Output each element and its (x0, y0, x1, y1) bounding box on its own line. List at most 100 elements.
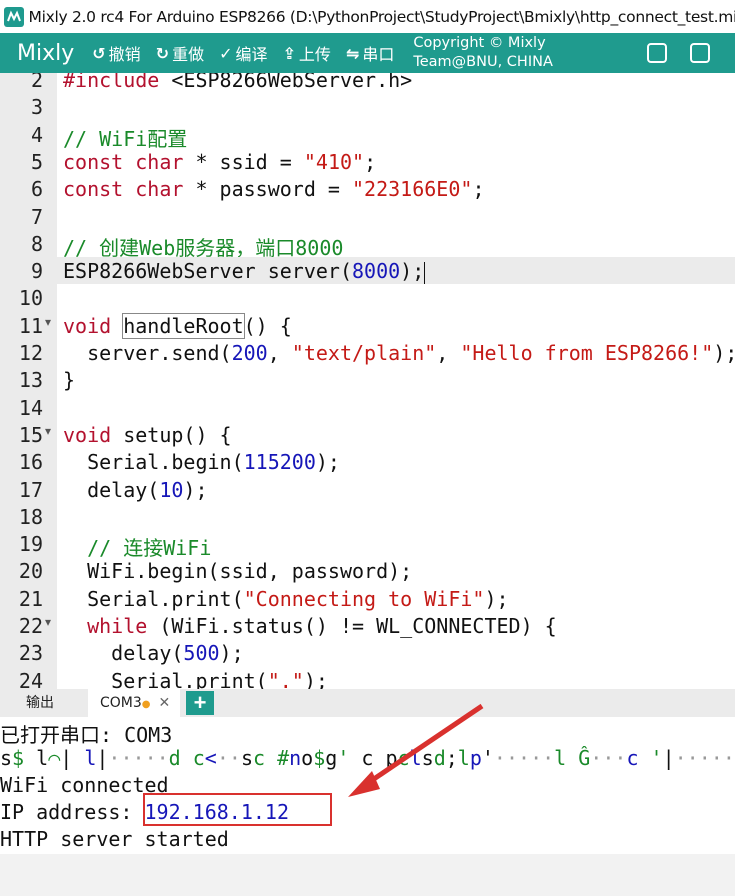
code-line[interactable]: 19 // 连接WiFi (0, 530, 735, 560)
garbled-char (72, 746, 84, 770)
code-text: Serial.print("Connecting to WiFi"); (63, 586, 509, 611)
garbled-char: o (301, 746, 314, 770)
line-number: 8 (30, 231, 43, 256)
highlight-box (143, 793, 332, 826)
redo-button[interactable]: ↻ 重做 (156, 41, 204, 65)
redo-icon: ↻ (155, 43, 170, 63)
garbled-char: l (409, 746, 422, 770)
code-line[interactable]: 5 const char * ssid = "410"; (0, 148, 735, 175)
code-token: Serial.print( (63, 586, 244, 611)
code-line[interactable]: 3 (0, 93, 735, 120)
garbled-char (349, 746, 361, 770)
code-line[interactable]: 16 Serial.begin(115200); (0, 448, 735, 475)
garbled-char: c (252, 746, 266, 770)
code-text: const char * ssid = "410"; (63, 150, 376, 174)
tab-com3[interactable]: COM3● ✕ (88, 689, 181, 717)
code-line[interactable]: 2 #include <ESP8266WebServer.h> (0, 73, 735, 93)
code-token: WiFi.begin(ssid, password); (63, 559, 413, 584)
code-token: 8000 (351, 259, 401, 284)
add-tab-button[interactable]: + (186, 691, 214, 715)
garbled-char (566, 746, 578, 770)
code-token: ); (219, 641, 244, 666)
code-line[interactable]: 21 Serial.print("Connecting to WiFi"); (0, 585, 735, 612)
code-token: ); (713, 341, 735, 365)
code-line[interactable]: 22 ▾ while (WiFi.status() != WL_CONNECTED… (0, 612, 735, 639)
line-number: 23 (18, 641, 43, 666)
code-token: "410" (303, 149, 365, 174)
line-number: 21 (18, 586, 43, 611)
code-line[interactable]: 13} (0, 366, 735, 393)
code-text: void setup() { (63, 423, 232, 447)
code-line[interactable]: 12 server.send(200, "text/plain", "Hello… (0, 339, 735, 366)
garbled-char: l (457, 746, 470, 770)
window-icon[interactable] (647, 43, 667, 63)
code-line[interactable]: 7 (0, 203, 735, 230)
line-number: 15 (18, 422, 43, 447)
line-number: 10 (18, 286, 43, 311)
mixly-app-icon (4, 6, 24, 27)
brand-logo: Mixly (17, 40, 75, 66)
code-token: ); (484, 586, 509, 611)
fold-toggle-icon[interactable]: ▾ (45, 315, 51, 329)
code-token: ESP8266WebServer server( (63, 259, 352, 284)
code-token: 200 (231, 341, 268, 365)
tab-output[interactable]: 输出 (26, 689, 54, 717)
code-token: ; (364, 149, 377, 174)
garbled-char: · (228, 746, 241, 770)
garbled-char: l (36, 746, 49, 770)
code-line[interactable]: 8// 创建Web服务器，端口8000 (0, 230, 735, 260)
serial-output: 已打开串口: COM3 s$ l⌒| l|·····d c<··sc #no$g… (0, 717, 735, 854)
code-line[interactable]: 20 WiFi.begin(ssid, password); (0, 557, 735, 584)
upload-button[interactable]: ⇪ 上传 (283, 41, 331, 65)
sidebar-toggle-icon[interactable] (690, 43, 710, 63)
code-text: server.send(200, "text/plain", "Hello fr… (63, 341, 735, 365)
code-line[interactable]: 24 Serial.print("."); (0, 667, 735, 689)
garbled-char (24, 746, 36, 770)
garbled-char (373, 746, 385, 770)
usb-icon: ⇋ (345, 43, 360, 63)
garbled-char: Ĝ (578, 746, 591, 770)
code-line[interactable]: 6 const char * password = "223166E0"; (0, 175, 735, 202)
line-number: 7 (30, 204, 43, 229)
code-line[interactable]: 10 (0, 284, 735, 311)
code-token: "." (267, 668, 304, 689)
garbled-char: · (722, 746, 735, 770)
code-token: ; (472, 177, 485, 202)
close-icon[interactable]: ✕ (159, 695, 171, 711)
main-toolbar: Mixly ↺ 撤销 ↻ 重做 ✓ 编译 ⇪ 上传 ⇋ 串口 Copyright… (0, 33, 735, 73)
code-line[interactable]: 18 (0, 503, 735, 530)
code-line[interactable]: 23 delay(500); (0, 639, 735, 666)
fold-toggle-icon[interactable]: ▾ (45, 615, 51, 629)
code-token: ); (400, 259, 425, 284)
code-token: void (63, 422, 112, 447)
code-line[interactable]: 14 (0, 394, 735, 421)
code-line[interactable]: 4// WiFi配置 (0, 121, 735, 151)
line-number: 22 (18, 614, 43, 638)
code-token: , (267, 341, 292, 365)
text-cursor (424, 261, 426, 284)
code-token: handleRoot (122, 312, 245, 339)
serial-button[interactable]: ⇋ 串口 (346, 41, 394, 65)
fold-toggle-icon[interactable]: ▾ (45, 424, 51, 438)
code-line[interactable]: 9 ESP8266WebServer server(8000); (0, 257, 735, 285)
line-number: 2 (30, 73, 43, 92)
compile-button[interactable]: ✓ 编译 (219, 41, 267, 65)
unsaved-dot-icon: ● (141, 699, 151, 710)
garbled-char (638, 746, 650, 770)
code-token: "Connecting to WiFi" (243, 586, 485, 611)
line-number: 6 (30, 177, 43, 202)
code-editor[interactable]: 2 #include <ESP8266WebServer.h> 3 4// WiFi配… (0, 73, 735, 689)
undo-icon: ↺ (92, 43, 106, 63)
code-line[interactable]: 11 ▾ void handleRoot() { (0, 312, 735, 339)
code-token: Serial.print( (63, 668, 268, 689)
code-line[interactable]: 17 delay(10); (0, 476, 735, 503)
garbled-char: ' (337, 746, 350, 770)
code-token: char (135, 149, 184, 174)
undo-button[interactable]: ↺ 撤销 (92, 41, 140, 65)
copyright-line1: Copyright © Mixly (413, 35, 546, 51)
code-line[interactable]: 15 ▾ void setup() { (0, 421, 735, 448)
garbled-char: · (602, 746, 615, 770)
garbled-char: l (84, 746, 97, 770)
